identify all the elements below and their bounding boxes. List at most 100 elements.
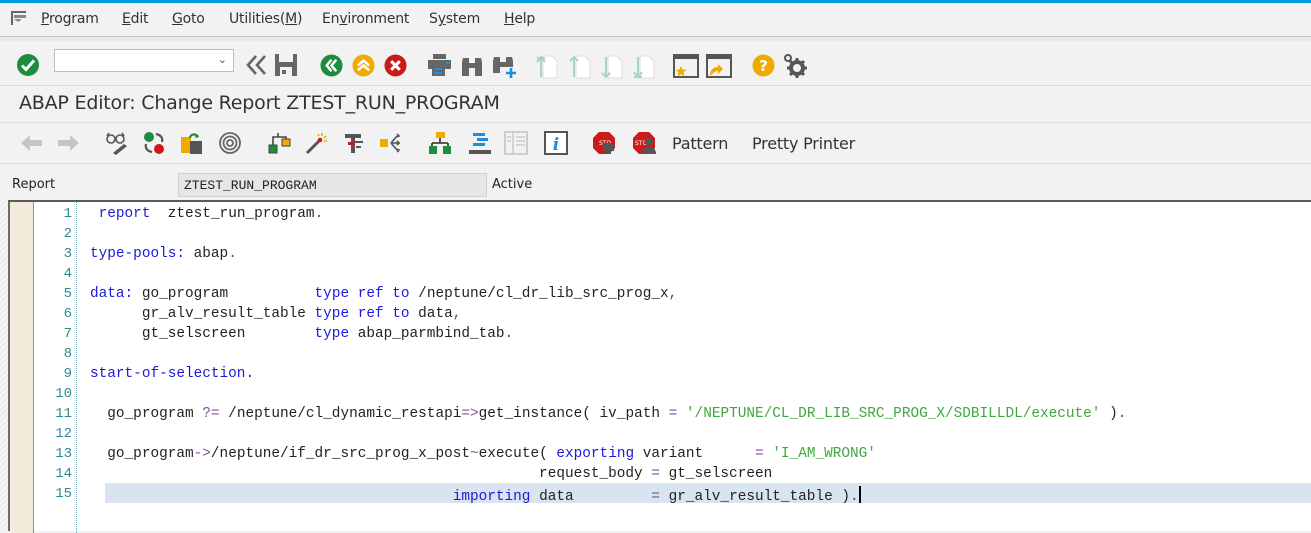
line-number: 8	[63, 346, 72, 362]
line-number: 6	[63, 306, 72, 322]
code-token: /neptune/cl_dr_lib_src_prog_x	[409, 286, 669, 302]
report-status: Active	[492, 177, 533, 192]
code-line[interactable]: data: go_program type ref to /neptune/cl…	[90, 286, 677, 302]
code-line[interactable]: gt_selscreen type abap_parmbind_tab.	[90, 326, 513, 342]
code-line[interactable]: type-pools: abap.	[90, 246, 237, 262]
active-inactive-icon[interactable]	[141, 130, 167, 156]
menu-mnemonic: y	[437, 11, 446, 27]
code-token: request_body	[90, 466, 652, 482]
chevron-down-icon[interactable]: ⌄	[218, 53, 227, 66]
info-icon[interactable]: i	[543, 130, 569, 156]
save-icon[interactable]	[273, 52, 299, 78]
display-object-list-icon[interactable]	[467, 130, 493, 156]
string-token: 'I_AM_WRONG'	[772, 446, 876, 462]
code-line[interactable]: request_body = gt_selscreen	[90, 466, 772, 482]
test-icon[interactable]	[304, 130, 330, 156]
set-breakpoint-icon[interactable]: STO	[591, 130, 617, 156]
back-icon[interactable]	[319, 53, 343, 77]
line-number-separator	[76, 202, 77, 533]
operator-token: ->	[193, 446, 211, 462]
keyword-token: type ref to	[314, 306, 410, 322]
keyword-token: report	[98, 206, 151, 222]
other-object-icon[interactable]	[179, 130, 205, 156]
code-editor[interactable]: 1 2 3 4 5 6 7 8 9 10 11 12 13 14 15 report ztest_run_p…	[8, 200, 1311, 533]
new-session-icon[interactable]	[673, 53, 699, 79]
code-line[interactable]: gr_alv_result_table type ref to data,	[90, 306, 462, 322]
application-toolbar: i STO STO	[0, 123, 1311, 164]
report-name-field: ZTEST_RUN_PROGRAM	[178, 173, 487, 197]
code-token: data	[530, 489, 652, 505]
code-token: go_program	[133, 286, 315, 302]
previous-page-icon[interactable]	[568, 53, 592, 79]
settings-icon[interactable]	[782, 53, 808, 79]
keyword-token: importing	[452, 489, 531, 505]
menu-utilities[interactable]: Utilities(M)	[229, 11, 303, 27]
first-page-icon[interactable]	[535, 53, 559, 79]
menu-help[interactable]: Help	[504, 11, 535, 27]
code-line[interactable]: go_program ?= /neptune/cl_dynamic_restap…	[90, 406, 1126, 422]
line-number: 5	[63, 286, 72, 302]
check-syntax-icon[interactable]	[217, 130, 243, 156]
menu-mnemonic: v	[339, 11, 348, 27]
keyword-token: type-pools:	[90, 246, 185, 262]
operator-token: =>	[461, 406, 479, 422]
operator-token: ,	[668, 286, 678, 302]
next-page-icon[interactable]	[600, 53, 624, 79]
line-number: 10	[55, 386, 72, 402]
operator-token: =	[651, 466, 660, 482]
operator-token: .	[228, 246, 237, 262]
operator-token: .	[1117, 406, 1127, 422]
operator-token: .	[849, 489, 859, 505]
keyword-token: type	[314, 326, 350, 342]
find-icon[interactable]	[460, 53, 484, 77]
code-token: /neptune/if_dr_src_prog_x_post	[210, 446, 470, 462]
activate-icon[interactable]	[267, 130, 293, 156]
menu-system[interactable]: System	[429, 11, 480, 27]
code-line[interactable]: report ztest_run_program.	[90, 206, 324, 222]
keyword-token: exporting	[556, 446, 635, 462]
menu-goto[interactable]: Goto	[172, 11, 205, 27]
shortcut-icon[interactable]	[706, 53, 732, 79]
exit-icon[interactable]	[351, 53, 375, 77]
menu-bar: Program Edit Goto Utilities(M) Environme…	[0, 3, 1311, 37]
editor-gutter	[10, 202, 34, 533]
display-change-icon[interactable]	[104, 130, 130, 156]
line-number: 1	[63, 206, 72, 222]
code-token: execute(	[478, 446, 557, 462]
code-token: gt_selscreen	[659, 466, 773, 482]
code-line[interactable]: importing data = gr_alv_result_table ).	[90, 486, 861, 505]
cancel-icon[interactable]	[383, 53, 407, 77]
menu-icon[interactable]	[11, 11, 27, 25]
pretty-printer-button[interactable]: Pretty Printer	[752, 134, 855, 153]
split-screen-icon[interactable]	[503, 130, 529, 156]
command-field[interactable]: ⌄	[54, 49, 234, 72]
menu-environment[interactable]: Environment	[322, 11, 409, 27]
navigate-icon[interactable]	[378, 130, 404, 156]
help-icon[interactable]: ?	[751, 53, 775, 77]
menu-program[interactable]: Program	[41, 11, 99, 27]
page-title: ABAP Editor: Change Report ZTEST_RUN_PRO…	[19, 92, 500, 114]
where-used-icon[interactable]	[341, 130, 367, 156]
find-next-icon[interactable]	[492, 53, 518, 79]
code-token: /neptune/cl_dynamic_restapi	[219, 406, 462, 422]
menu-edit[interactable]: Edit	[122, 11, 149, 27]
code-token: abap	[185, 246, 229, 262]
back-arrow-icon[interactable]	[20, 132, 44, 154]
print-icon[interactable]	[426, 53, 452, 77]
check-icon[interactable]	[15, 52, 41, 78]
forward-arrow-icon[interactable]	[56, 132, 80, 154]
code-line[interactable]: start-of-selection.	[90, 366, 254, 382]
last-page-icon[interactable]	[632, 53, 656, 79]
code-line[interactable]: go_program->/neptune/if_dr_src_prog_x_po…	[90, 446, 876, 462]
line-number: 9	[63, 366, 72, 382]
operator-token: =	[668, 406, 678, 422]
set-session-breakpoint-icon[interactable]: STO	[631, 130, 657, 156]
command-input[interactable]	[59, 51, 213, 72]
pattern-button[interactable]: Pattern	[672, 134, 728, 153]
code-token: get_instance( iv_path	[478, 406, 669, 422]
line-number: 13	[55, 446, 72, 462]
line-number: 14	[55, 466, 72, 482]
object-list-icon[interactable]	[427, 130, 453, 156]
back-double-icon[interactable]	[244, 53, 270, 77]
